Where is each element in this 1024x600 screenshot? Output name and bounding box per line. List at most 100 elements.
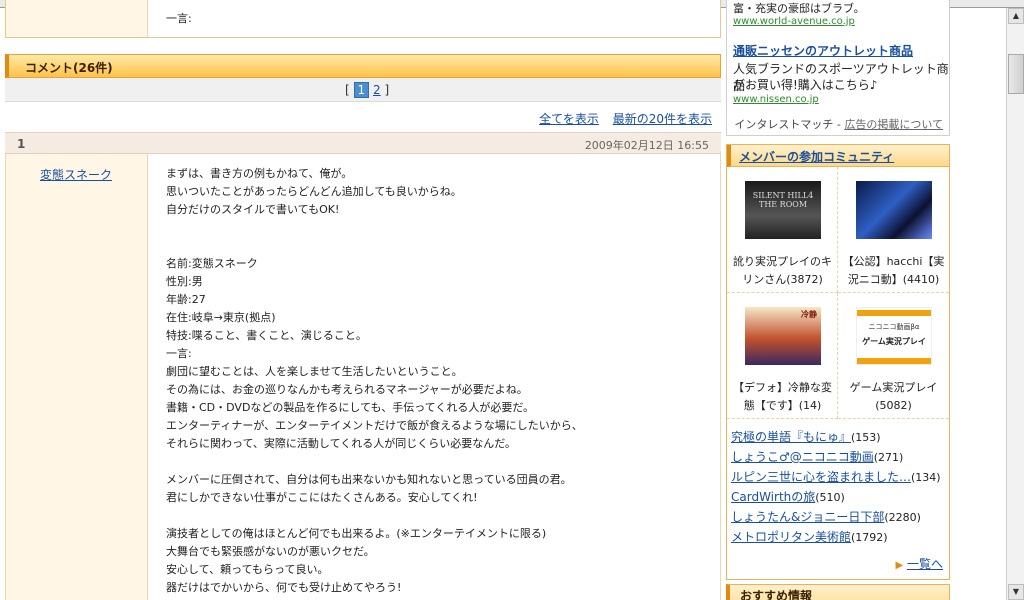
community-header-link[interactable]: メンバーの参加コミュニティ: [739, 148, 894, 165]
pagination-bar: [ 1 2 ]: [5, 78, 721, 102]
community-cell[interactable]: 冷静 【デフォ】冷静な変態【です】(14): [727, 293, 838, 419]
comment-line: 君にしかできない仕事がここにはたくさんある。安心してくれ!: [166, 491, 478, 504]
community-list: 究極の単語『もにゅ』(153) しょうこ♂@ニコニコ動画(271) ルピン三世に…: [731, 427, 947, 547]
community-caption[interactable]: ゲーム実況プレイ(5082): [840, 379, 947, 415]
scroll-thumb[interactable]: [1008, 54, 1024, 94]
thumbnail-sub-label: ニコニコ動画βα: [868, 323, 920, 331]
comment-line: [166, 453, 716, 471]
comment-line: 特技:喋ること、書くこと、演じること。: [166, 329, 367, 342]
comment-entry-header: 1 2009年02月12日 16:55: [5, 132, 721, 154]
community-link[interactable]: CardWirthの旅: [731, 490, 815, 504]
community-thumbnail[interactable]: SILENT HILL4 THE ROOM: [745, 181, 821, 239]
show-latest-20-link[interactable]: 最新の20件を表示: [613, 112, 712, 126]
comment-body: まずは、書き方の例もかねて、俺が。 思いついたことがあったらどんどん追加しても良…: [166, 165, 716, 597]
comment-line: それらに関わって、実際に活動してくれる人が同じくらい必要なんだ。: [166, 437, 516, 450]
comment-line: その為には、お金の巡りなんかも考えられるマネージャーが必要だよね。: [166, 383, 528, 396]
comment-line: 名前:変態スネーク: [166, 257, 258, 270]
community-cell[interactable]: 【公認】hacchi【実況ニコ動】(4410): [838, 167, 949, 293]
community-list-item: CardWirthの旅(510): [731, 487, 947, 507]
show-all-comments-link[interactable]: 全てを表示: [539, 112, 599, 126]
community-cell[interactable]: SILENT HILL4 THE ROOM 訛り実況プレイのキリンさん(3872…: [727, 167, 838, 293]
recommend-box-header: おすすめ情報: [726, 584, 950, 600]
comment-line: [166, 237, 716, 255]
ad-description-2: がお買い得!購入はこちら♪: [733, 78, 878, 92]
right-sidebar: 富・充実の豪邸はブラブ。 www.world-avenue.co.jp 通販ニッ…: [726, 0, 952, 600]
comment-line: 大舞台でも緊張感がないのが悪いクセだ。: [166, 545, 375, 558]
community-more-link[interactable]: 一覧へ: [907, 557, 943, 571]
previous-entry-author-cell: [6, 0, 148, 37]
comment-line: 書籍・CD・DVDなどの製品を作るにしても、手伝ってくれる人が必要だ。: [166, 401, 535, 414]
ad-about-link[interactable]: 広告の掲載について: [844, 118, 943, 131]
comment-count-title: コメント(26件): [25, 61, 113, 75]
comment-line: 自分だけのスタイルで書いてもOK!: [166, 203, 340, 216]
community-list-item: しょうたん&ジョニー日下部(2280): [731, 507, 947, 527]
comment-line: 在住:岐阜→東京(拠点): [166, 311, 276, 324]
thumbnail-bar: [857, 310, 931, 316]
community-thumbnail[interactable]: ニコニコ動画βα ゲーム実況プレイ: [856, 307, 932, 365]
vertical-scrollbar[interactable]: ▲ ▼: [1006, 8, 1024, 600]
comment-line: [166, 507, 716, 525]
recommend-title: おすすめ情報: [740, 589, 813, 600]
ad-title-link[interactable]: 通販ニッセンのアウトレット商品: [733, 42, 913, 59]
community-count: (2280): [884, 511, 921, 524]
community-caption[interactable]: 【公認】hacchi【実況ニコ動】(4410): [840, 253, 947, 289]
community-count: (1792): [851, 531, 888, 544]
community-more: ▶ 一覧へ: [895, 555, 943, 572]
comment-line: 思いついたことがあったらどんどん追加しても良いからね。: [166, 185, 462, 198]
ad-footer-label: インタレストマッチ -: [734, 118, 841, 131]
comment-author-link[interactable]: 変態スネーク: [40, 166, 112, 183]
comment-display-links: 全てを表示 最新の20件を表示: [529, 110, 712, 127]
community-list-item: 究極の単語『もにゅ』(153): [731, 427, 947, 447]
community-caption[interactable]: 【デフォ】冷静な変態【です】(14): [729, 379, 836, 415]
thumbnail-bar: [857, 358, 931, 364]
community-link[interactable]: しょうたん&ジョニー日下部: [731, 510, 884, 524]
comment-line: 劇団に望むことは、人を楽しませて生活したいということ。: [166, 365, 463, 378]
community-list-item: ルピン三世に心を盗まれました…(134): [731, 467, 947, 487]
scroll-up-arrow-icon[interactable]: ▲: [1008, 8, 1024, 24]
pager-current-page: 1: [353, 82, 370, 98]
comment-line: 演技者としての俺はほとんど何でも出来るよ。(※エンターテイメントに限る): [166, 527, 547, 540]
community-list-item: メトロポリタン美術館(1792): [731, 527, 947, 547]
previous-entry: 一言:: [5, 0, 721, 38]
community-link[interactable]: ルピン三世に心を盗まれました…: [731, 470, 911, 484]
previous-entry-text: 一言:: [166, 12, 192, 25]
comment-line: 安心して、頼ってもらって良い。: [166, 563, 329, 576]
community-box: メンバーの参加コミュニティ SILENT HILL4 THE ROOM 訛り実況…: [726, 144, 950, 580]
comment-number: 1: [17, 137, 26, 151]
comment-line: まずは、書き方の例もかねて、俺が。: [166, 167, 353, 180]
ad-top-description: 富・充実の豪邸はブラブ。: [733, 2, 865, 15]
comment-line: 一言:: [166, 347, 192, 360]
comment-line: メンバーに圧倒されて、自分は何も出来ないかも知れないと思っている団員の君。: [166, 473, 572, 486]
comment-line: エンターティナーが、エンターテイメントだけで飯が食えるような場にしたいから、: [166, 419, 583, 432]
ad-top-url[interactable]: www.world-avenue.co.jp: [733, 16, 855, 27]
comment-author-cell: 変態スネーク: [6, 154, 148, 600]
pager-page-2-link[interactable]: 2: [373, 83, 381, 97]
community-list-item: しょうこ♂@ニコニコ動画(271): [731, 447, 947, 467]
community-count: (271): [873, 451, 904, 464]
community-box-header: メンバーの参加コミュニティ: [727, 145, 949, 167]
thumbnail-label: 冷静: [801, 310, 817, 319]
comment-entry: 変態スネーク まずは、書き方の例もかねて、俺が。 思いついたことがあったらどんど…: [5, 154, 721, 600]
community-thumbnail[interactable]: [856, 181, 932, 239]
ad-footer: インタレストマッチ - 広告の掲載について: [734, 116, 943, 132]
comment-section-header: コメント(26件): [5, 54, 721, 78]
community-count: (153): [851, 431, 881, 444]
pager-close-bracket: ]: [384, 83, 390, 97]
pagination: [ 1 2 ]: [345, 82, 389, 98]
community-link[interactable]: しょうこ♂@ニコニコ動画: [731, 450, 874, 464]
community-count: (134): [911, 471, 941, 484]
scroll-down-arrow-icon[interactable]: ▼: [1008, 584, 1024, 600]
community-cell[interactable]: ニコニコ動画βα ゲーム実況プレイ ゲーム実況プレイ(5082): [838, 293, 949, 419]
comment-line: 性別:男: [166, 275, 203, 288]
comment-line: 器だけはでかいから、何でも受け止めてやろう!: [166, 581, 402, 594]
community-caption[interactable]: 訛り実況プレイのキリンさん(3872): [729, 253, 836, 289]
community-link[interactable]: メトロポリタン美術館: [731, 530, 851, 544]
comment-date: 2009年02月12日 16:55: [584, 139, 709, 152]
thumbnail-label: ゲーム実況プレイ: [862, 337, 926, 346]
comment-line: 年齢:27: [166, 293, 206, 306]
community-count: (510): [815, 491, 845, 504]
community-link[interactable]: 究極の単語『もにゅ』: [731, 430, 851, 444]
community-thumbnail[interactable]: 冷静: [745, 307, 821, 365]
ad-url[interactable]: www.nissen.co.jp: [733, 94, 819, 105]
main-column: 一言: コメント(26件) [ 1 2 ] 全てを表示 最新の20件を表示 1 …: [4, 0, 722, 600]
